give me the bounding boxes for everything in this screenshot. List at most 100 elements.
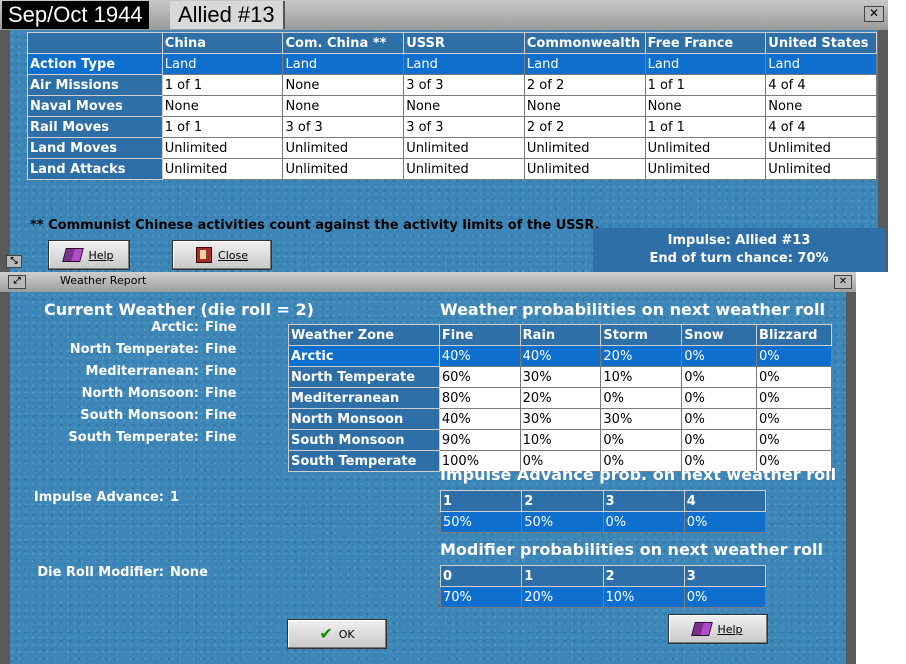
impulse-advance-label: Impulse Advance: — [33, 490, 164, 505]
col-header: 1 — [521, 565, 604, 587]
table-cell: 0% — [683, 511, 767, 533]
table-cell: 0% — [756, 408, 832, 430]
tab-impulse[interactable]: Allied #13 — [170, 1, 285, 29]
impulse-advance-table: 1 2 3 4 50% 50% 0% 0% — [439, 490, 767, 533]
minimize-icon[interactable]: ⤢ — [8, 275, 26, 289]
table-cell: Unlimited — [644, 137, 767, 159]
table-row[interactable]: Arctic 40% 40% 20% 0% 0% — [288, 345, 832, 367]
row-header: Land Attacks — [27, 158, 163, 180]
resize-grip-icon[interactable]: ⤡ — [6, 255, 22, 268]
table-cell: None — [523, 95, 646, 117]
row-header: South Monsoon — [288, 429, 440, 451]
zone-value: Fine — [205, 364, 237, 379]
impulse-advance-heading: Impulse Advance prob. on next weather ro… — [440, 465, 837, 484]
table-cell: 0% — [683, 586, 767, 608]
help-label: Help — [717, 622, 743, 636]
table-header-row: 1 2 3 4 — [439, 490, 767, 512]
table-cell: 20% — [600, 345, 683, 367]
book-icon — [691, 622, 714, 636]
table-row[interactable]: Action Type Land Land Land Land Land Lan… — [27, 53, 877, 75]
col-header: 0 — [439, 565, 523, 587]
probabilities-heading: Weather probabilities on next weather ro… — [440, 300, 826, 319]
close-button[interactable]: Close — [172, 240, 272, 270]
table-cell: 3 of 3 — [403, 74, 525, 96]
close-icon[interactable]: ✕ — [864, 6, 884, 22]
row-header: Arctic — [288, 345, 440, 367]
table-cell: Unlimited — [282, 158, 405, 180]
weather-panel: Current Weather (die roll = 2) Arctic: Fi… — [10, 292, 846, 664]
table-cell: None — [765, 95, 877, 117]
right-frame — [846, 292, 856, 664]
zone-label: Mediterranean: — [85, 364, 199, 379]
col-header: 3 — [602, 490, 685, 512]
zone-value: Fine — [205, 430, 237, 445]
table-cell: 0% — [756, 345, 832, 367]
table-row[interactable]: Naval Moves None None None None None Non… — [27, 95, 877, 117]
table-cell: 70% — [439, 586, 523, 608]
table-row[interactable]: South Monsoon 90% 10% 0% 0% 0% — [288, 429, 832, 451]
left-frame — [0, 292, 10, 664]
table-cell: 0% — [681, 387, 758, 409]
table-row[interactable]: Land Attacks Unlimited Unlimited Unlimit… — [27, 158, 877, 180]
zone-label: North Monsoon: — [81, 386, 199, 401]
table-cell: 30% — [600, 408, 683, 430]
tab-date[interactable]: Sep/Oct 1944 — [2, 1, 149, 29]
col-header: China — [161, 32, 284, 54]
table-row[interactable]: Rail Moves 1 of 1 3 of 3 3 of 3 2 of 2 1… — [27, 116, 877, 138]
table-cell: 50% — [439, 511, 523, 533]
ok-button[interactable]: ✔ OK — [287, 619, 387, 649]
table-row[interactable]: North Monsoon 40% 30% 30% 0% 0% — [288, 408, 832, 430]
table-cell: 30% — [519, 366, 602, 388]
impulse-advance-info: Impulse Advance: 1 — [10, 490, 179, 505]
table-cell: 1 of 1 — [644, 74, 767, 96]
zone-south-temperate: South Temperate: Fine — [10, 430, 236, 445]
table-cell: 30% — [519, 408, 602, 430]
table-row[interactable]: North Temperate 60% 30% 10% 0% 0% — [288, 366, 832, 388]
modifier-table: 0 1 2 3 70% 20% 10% 0% — [439, 565, 767, 608]
title-bar: Sep/Oct 1944 Allied #13 ✕ — [0, 0, 888, 31]
table-cell: 0% — [756, 429, 832, 451]
col-header: Blizzard — [756, 324, 832, 346]
table-cell: Unlimited — [523, 158, 646, 180]
zone-value: Fine — [205, 342, 237, 357]
table-cell: 20% — [521, 586, 604, 608]
table-cell: Unlimited — [282, 137, 405, 159]
table-cell: 2 of 2 — [523, 116, 646, 138]
table-row[interactable]: Mediterranean 80% 20% 0% 0% 0% — [288, 387, 832, 409]
row-header: North Temperate — [288, 366, 440, 388]
table-cell: Unlimited — [161, 158, 284, 180]
table-cell: 40% — [438, 408, 521, 430]
close-icon[interactable]: ✕ — [834, 275, 852, 289]
impulse-advance-value: 1 — [170, 490, 180, 505]
help-button[interactable]: Help — [48, 240, 130, 270]
die-roll-label: Die Roll Modifier: — [37, 565, 164, 580]
table-cell: Unlimited — [523, 137, 646, 159]
help-label: Help — [88, 248, 114, 262]
table-cell: 40% — [519, 345, 602, 367]
table-row[interactable]: Land Moves Unlimited Unlimited Unlimited… — [27, 137, 877, 159]
col-header: Fine — [438, 324, 521, 346]
table-row[interactable]: 50% 50% 0% 0% — [439, 511, 767, 533]
table-row[interactable]: Air Missions 1 of 1 None 3 of 3 2 of 2 1… — [27, 74, 877, 96]
table-cell: 4 of 4 — [765, 74, 877, 96]
end-chance-line: End of turn chance: 70% — [649, 251, 829, 266]
table-cell: Land — [403, 53, 525, 75]
table-cell: 80% — [438, 387, 521, 409]
zone-label: North Temperate: — [69, 342, 199, 357]
table-cell: 0% — [600, 387, 683, 409]
table-cell: Unlimited — [403, 158, 525, 180]
col-header: 2 — [602, 565, 685, 587]
table-cell: 1 of 1 — [644, 116, 767, 138]
help-button[interactable]: Help — [668, 614, 768, 644]
zone-label: South Monsoon: — [80, 408, 199, 423]
table-cell: Land — [161, 53, 284, 75]
activity-panel: China Com. China ** USSR Commonwealth Fr… — [10, 30, 885, 272]
zone-north-temperate: North Temperate: Fine — [10, 342, 237, 357]
table-cell: None — [282, 95, 405, 117]
table-cell: 0% — [681, 408, 758, 430]
col-header: Com. China ** — [282, 32, 405, 54]
close-label: Close — [218, 248, 248, 262]
table-row[interactable]: 70% 20% 10% 0% — [439, 586, 767, 608]
table-cell: Land — [644, 53, 767, 75]
row-header: Land Moves — [27, 137, 163, 159]
